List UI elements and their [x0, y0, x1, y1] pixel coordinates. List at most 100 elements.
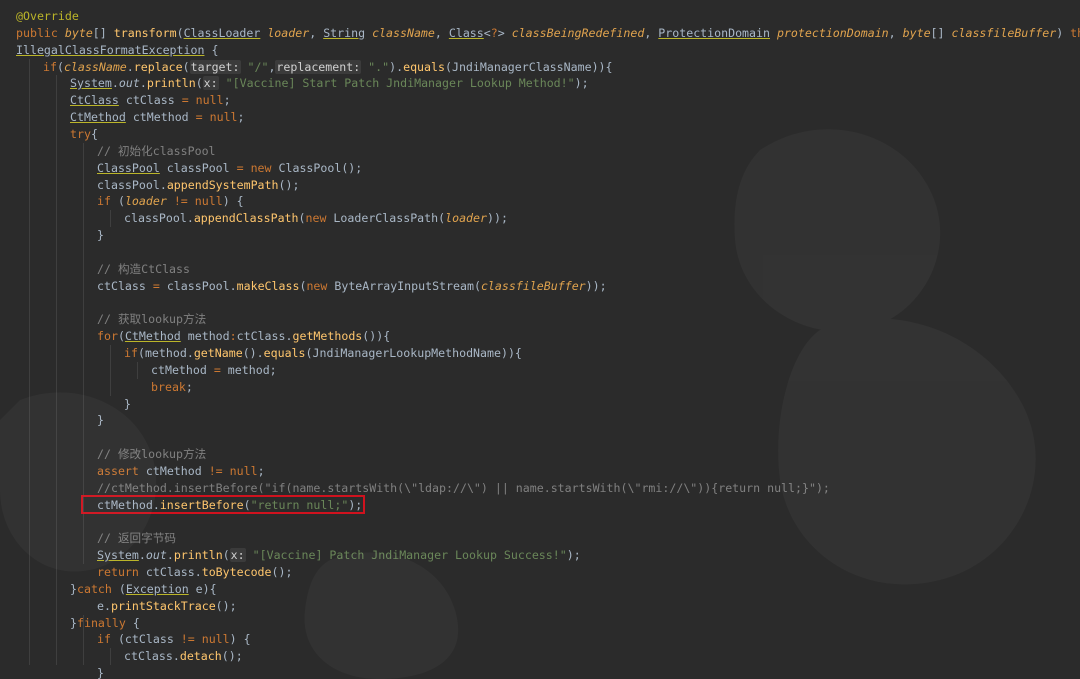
code-token: for	[97, 329, 118, 344]
code-token: toBytecode	[201, 565, 272, 580]
code-token: ;	[185, 379, 193, 394]
code-token: []	[930, 25, 952, 40]
code-token: .	[166, 548, 174, 563]
code-token: // 构造CtClass	[97, 261, 190, 276]
code-token: try	[70, 126, 91, 141]
code-line: }	[97, 227, 104, 244]
code-token: (	[118, 581, 126, 596]
code-token: (	[117, 329, 125, 344]
indent-guide	[137, 361, 138, 379]
code-line: // 构造CtClass	[97, 261, 190, 278]
code-token: ByteArrayInputStream(	[334, 278, 481, 293]
code-token: (	[222, 548, 230, 563]
code-token: ClassPool();	[278, 160, 363, 175]
code-token: ctClass.	[124, 649, 180, 664]
code-line: System.out.println(x: "[Vaccine] Patch J…	[97, 547, 581, 564]
code-token: .	[111, 76, 119, 91]
code-token: printStackTrace	[110, 598, 216, 613]
parameter-hint: x:	[229, 548, 246, 563]
code-token: finally	[76, 615, 133, 630]
code-token: ctMethod	[151, 362, 214, 377]
code-token: );	[566, 548, 581, 563]
indent-guide	[110, 345, 111, 396]
watermark-shape	[304, 552, 458, 679]
code-token: if	[43, 59, 57, 74]
code-token: .	[139, 76, 147, 91]
indent-guide	[110, 648, 111, 666]
code-token: getName	[193, 346, 243, 360]
watermark-shape	[778, 318, 1036, 584]
code-token: catch	[76, 581, 119, 596]
code-token: (	[182, 59, 190, 74]
code-line: classPool.appendSystemPath();	[97, 177, 299, 194]
code-line: if (ctClass != null) {	[97, 631, 251, 648]
code-line: if(className.replace(target: "/",replace…	[43, 59, 613, 76]
code-token: // 初始化classPool	[97, 143, 216, 158]
code-token: }	[97, 413, 104, 428]
code-token: e.	[97, 598, 111, 613]
code-token: "/"	[247, 59, 269, 74]
code-token: =	[213, 362, 228, 377]
code-line: for(CtMethod method:ctClass.getMethods()…	[97, 328, 390, 345]
code-token: ;	[237, 110, 245, 125]
code-line: @Override	[16, 8, 79, 25]
code-token: != null	[180, 632, 230, 647]
code-token: getMethods	[292, 329, 363, 344]
code-line: }	[124, 396, 131, 413]
code-token: ();	[271, 565, 293, 580]
code-line: public byte[] transform(ClassLoader load…	[16, 25, 1080, 42]
code-token: transform	[113, 25, 177, 40]
code-token: new	[305, 211, 334, 226]
code-token: ?	[490, 25, 498, 40]
code-token: classBeingRedefined	[511, 25, 645, 40]
code-editor[interactable]: @Override public byte[] transform(ClassLo…	[0, 0, 1080, 679]
indent-guide	[56, 75, 57, 666]
code-token: LoaderClassPath(	[333, 211, 446, 226]
code-token: {	[132, 615, 140, 630]
indent-guide	[29, 58, 30, 666]
code-token: new	[306, 278, 335, 293]
code-line: e.printStackTrace();	[97, 598, 237, 615]
code-line: if(method.getName().equals(JndiManagerLo…	[124, 345, 522, 362]
code-token: (method.	[137, 346, 194, 360]
code-line: assert ctMethod != null;	[97, 463, 265, 480]
code-token: System	[70, 76, 112, 91]
code-token: = new	[236, 160, 279, 175]
code-token: e){	[188, 581, 217, 596]
code-token: classPool	[159, 160, 237, 175]
code-token: []	[92, 25, 114, 40]
code-token: classfileBuffer	[480, 278, 586, 293]
code-line: }catch (Exception e){	[70, 581, 217, 598]
code-token: )	[1056, 25, 1071, 40]
code-token: != null	[208, 463, 258, 478]
code-token: println	[146, 76, 196, 91]
code-token: className	[63, 59, 127, 74]
code-token: String	[323, 25, 366, 40]
code-token: ctClass.	[236, 329, 293, 344]
code-token: ClassPool	[97, 160, 160, 175]
code-token: (	[298, 211, 306, 226]
code-token: ctClass.	[145, 565, 202, 580]
code-token: (JndiManagerLookupMethodName)){	[305, 346, 522, 360]
code-line: }	[97, 665, 104, 679]
code-token: "[Vaccine] Patch JndiManager Lookup Succ…	[252, 548, 567, 563]
code-token: classfileBuffer	[951, 25, 1057, 40]
code-token: CtMethod	[124, 329, 181, 344]
code-token: System	[97, 548, 139, 563]
code-token: ;	[257, 463, 265, 478]
code-token: method	[180, 329, 230, 344]
code-token: loader	[445, 211, 487, 226]
code-token: <	[483, 25, 491, 40]
code-token: Class	[448, 25, 484, 40]
code-token: public	[16, 25, 65, 40]
code-token: break	[151, 379, 186, 394]
code-token: if	[97, 194, 118, 209]
code-token: protectionDomain	[776, 25, 889, 40]
code-token: classPool.	[97, 177, 167, 192]
code-token: .	[138, 548, 146, 563]
code-token: (	[176, 25, 184, 40]
